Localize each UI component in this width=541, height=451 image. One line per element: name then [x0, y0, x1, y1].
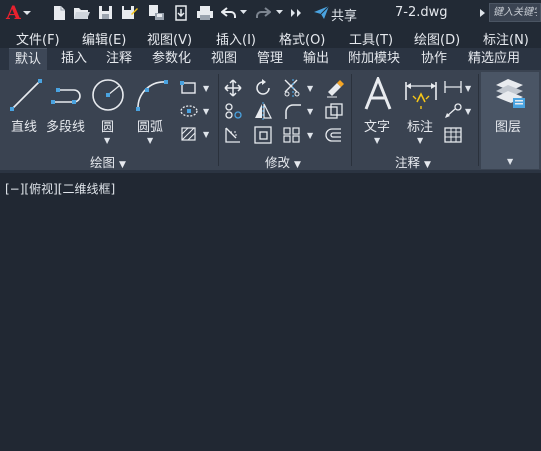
panel-divider: [351, 74, 352, 166]
share-icon[interactable]: [312, 4, 330, 21]
menu-view[interactable]: 视图(V): [147, 29, 192, 48]
drawing-viewport[interactable]: [0, 173, 541, 451]
viewport-controls[interactable]: [−][俯视][二维线框]: [5, 180, 115, 197]
erase-icon[interactable]: [325, 78, 345, 102]
draw-panel-title[interactable]: 绘图 ▼: [90, 152, 126, 171]
application-menu-button[interactable]: A: [6, 2, 21, 24]
save-icon[interactable]: [96, 4, 114, 21]
tab-addins[interactable]: 附加模块: [348, 48, 400, 70]
array-icon[interactable]: [283, 127, 301, 147]
array-dropdown-chevron-down-icon[interactable]: ▼: [307, 131, 313, 140]
hatch-dropdown-chevron-down-icon[interactable]: ▼: [203, 130, 209, 139]
linear-dimension-dropdown-chevron-down-icon[interactable]: ▼: [465, 84, 471, 93]
arc-icon[interactable]: [134, 78, 170, 116]
redo-dropdown-chevron-down-icon[interactable]: [274, 4, 284, 21]
dimension-tool-label[interactable]: 标注: [407, 116, 433, 135]
hatch-icon[interactable]: [180, 126, 198, 146]
linear-dimension-icon[interactable]: [444, 80, 462, 98]
arc-tool-label[interactable]: 圆弧: [137, 116, 163, 135]
share-label[interactable]: 共享: [331, 5, 357, 24]
rectangle-dropdown-chevron-down-icon[interactable]: ▼: [203, 84, 209, 93]
copy-icon[interactable]: [224, 103, 242, 123]
trim-icon[interactable]: [283, 78, 305, 102]
undo-dropdown-chevron-down-icon[interactable]: [238, 4, 248, 21]
annotation-panel-title[interactable]: 注释 ▼: [395, 152, 431, 171]
app-menu-chevron-down-icon[interactable]: [22, 4, 32, 21]
rectangle-icon[interactable]: [180, 80, 198, 100]
text-icon[interactable]: [364, 74, 392, 115]
polyline-icon[interactable]: [50, 80, 86, 114]
layers-panel-chevron-down-icon[interactable]: ▼: [507, 157, 513, 166]
panel-divider: [218, 74, 219, 166]
menu-dimension[interactable]: 标注(N): [483, 29, 529, 48]
annotation-panel-chevron-down-icon[interactable]: ▼: [424, 160, 431, 170]
search-expand-chevron-right-icon[interactable]: [478, 4, 488, 21]
more-icon[interactable]: [290, 4, 302, 21]
modify-panel-chevron-down-icon[interactable]: ▼: [294, 160, 301, 170]
menu-bar: 文件(F) 编辑(E) 视图(V) 插入(I) 格式(O) 工具(T) 绘图(D…: [0, 26, 541, 48]
tab-featured-apps[interactable]: 精选应用: [468, 48, 520, 70]
open-icon[interactable]: [72, 4, 90, 21]
modify-panel-title[interactable]: 修改 ▼: [265, 152, 301, 171]
text-tool-label[interactable]: 文字: [364, 116, 390, 135]
line-tool-label[interactable]: 直线: [11, 116, 37, 135]
plot-preview-icon[interactable]: [146, 4, 166, 21]
menu-tools[interactable]: 工具(T): [349, 29, 393, 48]
rotate-icon[interactable]: [254, 79, 272, 101]
move-icon[interactable]: [224, 79, 242, 101]
undo-icon[interactable]: [220, 4, 238, 21]
scale-icon[interactable]: [254, 126, 272, 148]
save-as-icon[interactable]: [120, 4, 140, 21]
draw-panel-chevron-down-icon[interactable]: ▼: [119, 160, 126, 170]
tab-parametric[interactable]: 参数化: [152, 48, 191, 70]
search-field[interactable]: [489, 3, 541, 22]
tab-collaborate[interactable]: 协作: [421, 48, 447, 70]
dimension-icon[interactable]: [403, 78, 439, 116]
ribbon-tab-bar: 默认 插入 注释 参数化 视图 管理 输出 附加模块 协作 精选应用: [0, 48, 541, 70]
offset-icon[interactable]: [325, 127, 343, 147]
redo-icon[interactable]: [254, 4, 272, 21]
search-input[interactable]: [490, 4, 540, 21]
ellipse-icon[interactable]: [180, 104, 198, 122]
file-title: 7-2.dwg: [395, 5, 448, 20]
layers-tool-label[interactable]: 图层: [495, 116, 521, 135]
layer-properties-icon[interactable]: [493, 76, 527, 114]
new-icon[interactable]: [50, 4, 68, 21]
menu-format[interactable]: 格式(O): [279, 29, 325, 48]
menu-file[interactable]: 文件(F): [16, 29, 60, 48]
explode-icon[interactable]: [325, 103, 343, 123]
tab-manage[interactable]: 管理: [257, 48, 283, 70]
trim-dropdown-chevron-down-icon[interactable]: ▼: [307, 84, 313, 93]
title-bar: A 共享 7-2.dwg: [0, 0, 541, 26]
table-icon[interactable]: [444, 127, 462, 147]
publish-icon[interactable]: [172, 4, 190, 21]
menu-edit[interactable]: 编辑(E): [82, 29, 126, 48]
arc-dropdown-chevron-down-icon[interactable]: ▼: [147, 136, 153, 145]
ellipse-dropdown-chevron-down-icon[interactable]: ▼: [203, 107, 209, 116]
panel-divider: [478, 74, 479, 166]
circle-tool-label[interactable]: 圆: [101, 116, 114, 135]
fillet-dropdown-chevron-down-icon[interactable]: ▼: [307, 107, 313, 116]
stretch-icon[interactable]: [224, 126, 242, 148]
text-dropdown-chevron-down-icon[interactable]: ▼: [374, 136, 380, 145]
menu-draw[interactable]: 绘图(D): [414, 29, 460, 48]
circle-dropdown-chevron-down-icon[interactable]: ▼: [104, 136, 110, 145]
fillet-icon[interactable]: [283, 102, 303, 124]
polyline-tool-label[interactable]: 多段线: [46, 116, 85, 135]
line-icon[interactable]: [9, 78, 43, 116]
mirror-icon[interactable]: [254, 102, 272, 124]
circle-icon[interactable]: [91, 78, 125, 116]
tab-home[interactable]: 默认: [9, 48, 48, 70]
menu-insert[interactable]: 插入(I): [216, 29, 256, 48]
print-icon[interactable]: [195, 4, 215, 21]
tab-insert[interactable]: 插入: [61, 48, 87, 70]
tab-output[interactable]: 输出: [303, 48, 329, 70]
leader-dropdown-chevron-down-icon[interactable]: ▼: [465, 107, 471, 116]
tab-view[interactable]: 视图: [211, 48, 237, 70]
dimension-dropdown-chevron-down-icon[interactable]: ▼: [417, 136, 423, 145]
tab-annotate[interactable]: 注释: [106, 48, 132, 70]
leader-icon[interactable]: [444, 103, 462, 123]
